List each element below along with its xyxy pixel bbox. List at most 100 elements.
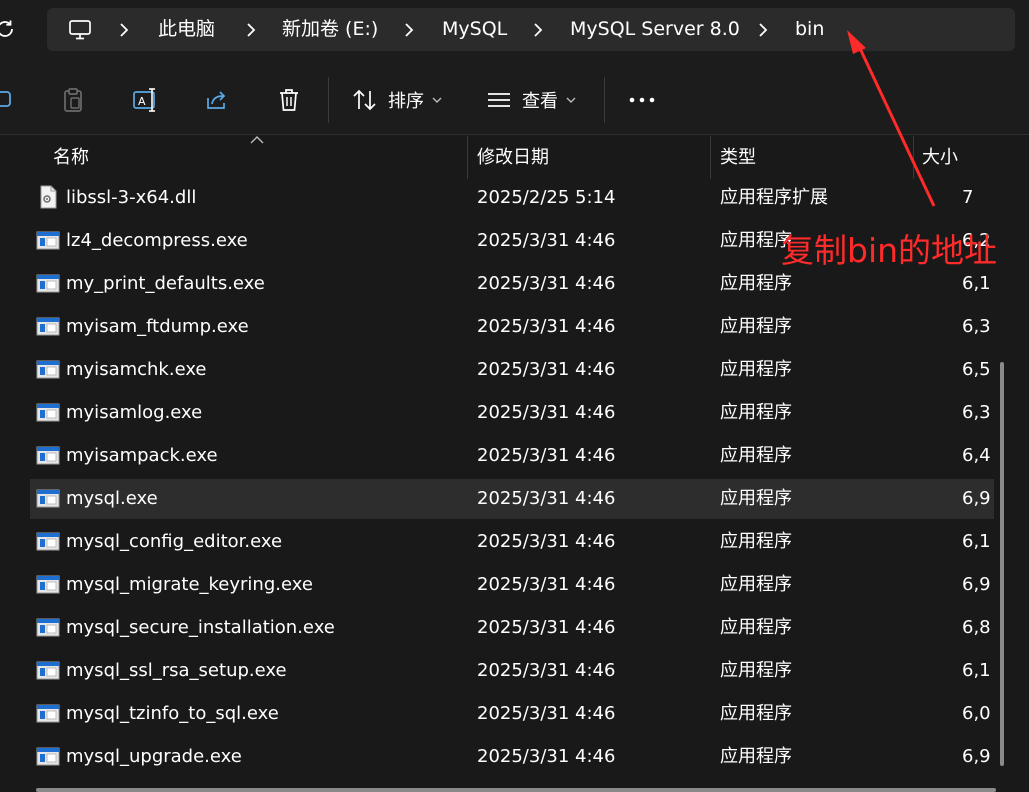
refresh-icon xyxy=(0,20,13,37)
file-row[interactable]: mysql_upgrade.exe 2025/3/31 4:46 应用程序 6,9 xyxy=(30,737,994,777)
file-date: 2025/3/31 4:46 xyxy=(477,273,616,294)
file-row[interactable]: libssl-3-x64.dll 2025/2/25 5:14 应用程序扩展 7 xyxy=(30,178,994,218)
chevron-right-icon[interactable] xyxy=(401,8,417,51)
column-date[interactable]: 修改日期 xyxy=(477,136,549,179)
breadcrumb-bin[interactable]: bin xyxy=(795,8,824,51)
share-button[interactable] xyxy=(203,82,231,118)
svg-text:A: A xyxy=(138,95,146,108)
horizontal-scrollbar[interactable] xyxy=(36,788,996,792)
file-date: 2025/2/25 5:14 xyxy=(477,187,616,208)
paste-button[interactable] xyxy=(60,82,86,118)
rename-button[interactable]: A xyxy=(132,82,160,118)
sort-label: 排序 xyxy=(388,91,424,112)
file-name: myisamchk.exe xyxy=(66,359,207,380)
file-row[interactable]: myisam_ftdump.exe 2025/3/31 4:46 应用程序 6,3 xyxy=(30,307,994,347)
file-size: 6,3 xyxy=(962,316,991,337)
file-size: 6,9 xyxy=(962,574,991,595)
file-size: 6,4 xyxy=(962,445,991,466)
file-row[interactable]: mysql_migrate_keyring.exe 2025/3/31 4:46 应… xyxy=(30,565,994,605)
file-date: 2025/3/31 4:46 xyxy=(477,402,616,423)
dll-file-icon xyxy=(36,185,60,209)
chevron-down-icon xyxy=(432,97,442,103)
file-row[interactable]: mysql_tzinfo_to_sql.exe 2025/3/31 4:46 应用程… xyxy=(30,694,994,734)
exe-file-icon xyxy=(36,402,60,424)
column-type[interactable]: 类型 xyxy=(720,136,756,179)
column-divider[interactable] xyxy=(467,136,468,179)
file-size: 6,9 xyxy=(962,488,991,509)
copy-icon xyxy=(0,91,11,107)
copy-button[interactable] xyxy=(0,82,14,118)
file-type: 应用程序 xyxy=(720,531,792,552)
chevron-right-icon[interactable] xyxy=(243,8,259,51)
view-label: 查看 xyxy=(522,91,558,112)
chevron-right-icon[interactable] xyxy=(530,8,546,51)
file-type: 应用程序 xyxy=(720,746,792,767)
file-size: 6,1 xyxy=(962,660,991,681)
sort-button[interactable]: 排序 xyxy=(352,82,448,118)
column-divider[interactable] xyxy=(710,136,711,179)
exe-file-icon xyxy=(36,273,60,295)
file-row[interactable]: mysql_ssl_rsa_setup.exe 2025/3/31 4:46 应用程… xyxy=(30,651,994,691)
file-name: mysql_ssl_rsa_setup.exe xyxy=(66,660,287,681)
computer-icon[interactable] xyxy=(67,8,93,51)
file-name: lz4_decompress.exe xyxy=(66,230,248,251)
exe-file-icon xyxy=(36,746,60,768)
file-type: 应用程序 xyxy=(720,402,792,423)
file-row[interactable]: mysql_secure_installation.exe 2025/3/31 4… xyxy=(30,608,994,648)
address-bar[interactable]: 此电脑 新加卷 (E:) MySQL MySQL Server 8.0 bin xyxy=(47,8,1015,51)
file-name: my_print_defaults.exe xyxy=(66,273,265,294)
file-name: mysql_migrate_keyring.exe xyxy=(66,574,313,595)
file-name: mysql_tzinfo_to_sql.exe xyxy=(66,703,279,724)
toolbar-divider xyxy=(328,77,329,123)
breadcrumb-this-pc[interactable]: 此电脑 xyxy=(158,8,215,51)
file-type: 应用程序 xyxy=(720,660,792,681)
file-date: 2025/3/31 4:46 xyxy=(477,488,616,509)
view-button[interactable]: 查看 xyxy=(486,82,582,118)
paste-icon xyxy=(64,88,82,112)
chevron-right-icon[interactable] xyxy=(755,8,771,51)
file-type: 应用程序 xyxy=(720,445,792,466)
column-size[interactable]: 大小 xyxy=(922,136,958,179)
file-name: mysql_config_editor.exe xyxy=(66,531,283,552)
more-options-button[interactable] xyxy=(626,82,658,118)
file-size: 6,3 xyxy=(962,402,991,423)
file-date: 2025/3/31 4:46 xyxy=(477,617,616,638)
file-name: mysql.exe xyxy=(66,488,158,509)
column-header: 名称 修改日期 类型 大小 xyxy=(0,136,1029,179)
rename-icon: A xyxy=(133,88,155,112)
view-list-icon xyxy=(488,93,510,107)
file-size: 7 xyxy=(962,187,974,208)
sort-ascending-icon xyxy=(250,136,264,144)
breadcrumb-drive-e[interactable]: 新加卷 (E:) xyxy=(282,8,378,51)
vertical-scrollbar[interactable] xyxy=(1000,362,1004,766)
file-size: 6,9 xyxy=(962,746,991,767)
file-date: 2025/3/31 4:46 xyxy=(477,531,616,552)
breadcrumb-mysql[interactable]: MySQL xyxy=(442,8,507,51)
column-name[interactable]: 名称 xyxy=(53,136,89,179)
exe-file-icon xyxy=(36,703,60,725)
file-date: 2025/3/31 4:46 xyxy=(477,359,616,380)
breadcrumb-mysql-server[interactable]: MySQL Server 8.0 xyxy=(570,8,740,51)
file-row[interactable]: mysql_config_editor.exe 2025/3/31 4:46 应用程… xyxy=(30,522,994,562)
file-row[interactable]: mysql.exe 2025/3/31 4:46 应用程序 6,9 xyxy=(30,479,994,519)
file-type: 应用程序扩展 xyxy=(720,187,828,208)
refresh-button[interactable] xyxy=(0,12,20,46)
file-size: 6,5 xyxy=(962,359,991,380)
chevron-right-icon[interactable] xyxy=(116,8,132,51)
file-row[interactable]: myisamlog.exe 2025/3/31 4:46 应用程序 6,3 xyxy=(30,393,994,433)
command-bar: A 排序 查看 xyxy=(0,63,1029,135)
file-name: mysql_upgrade.exe xyxy=(66,746,242,767)
column-divider[interactable] xyxy=(913,136,914,179)
file-name: myisam_ftdump.exe xyxy=(66,316,249,337)
file-name: myisamlog.exe xyxy=(66,402,203,423)
chevron-down-icon xyxy=(566,97,576,103)
file-date: 2025/3/31 4:46 xyxy=(477,445,616,466)
delete-button[interactable] xyxy=(276,82,302,118)
trash-icon xyxy=(280,89,298,111)
file-type: 应用程序 xyxy=(720,316,792,337)
file-name: myisampack.exe xyxy=(66,445,218,466)
file-row[interactable]: myisamchk.exe 2025/3/31 4:46 应用程序 6,5 xyxy=(30,350,994,390)
file-name: mysql_secure_installation.exe xyxy=(66,617,335,638)
file-size: 6,8 xyxy=(962,617,991,638)
file-row[interactable]: myisampack.exe 2025/3/31 4:46 应用程序 6,4 xyxy=(30,436,994,476)
